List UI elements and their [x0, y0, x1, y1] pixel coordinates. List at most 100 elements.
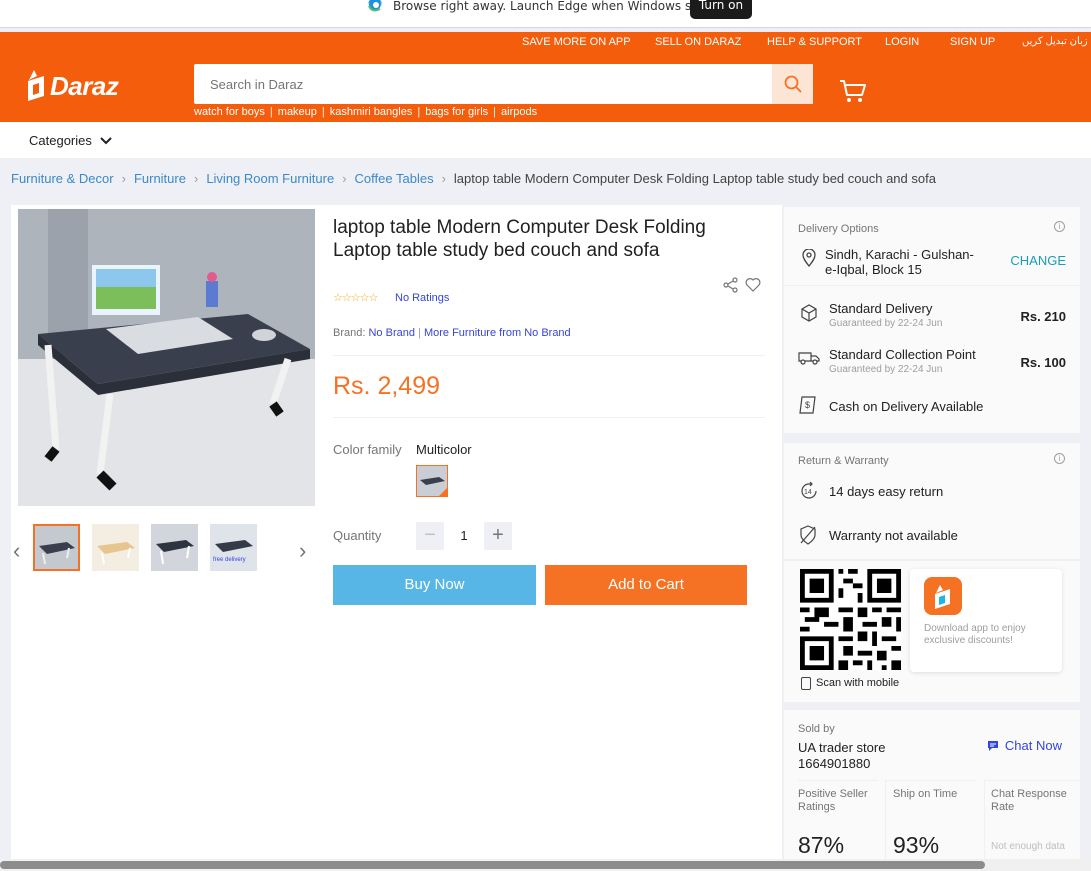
warranty-shield-icon	[800, 525, 816, 545]
qr-code[interactable]	[800, 569, 901, 670]
chevron-down-icon	[100, 136, 112, 144]
breadcrumb-link[interactable]: Furniture & Decor	[11, 171, 114, 186]
edge-message: Browse right away. Launch Edge when Wind…	[393, 0, 723, 13]
thumbnail[interactable]	[151, 524, 198, 571]
buy-now-button[interactable]: Buy Now	[333, 565, 536, 605]
product-main-image[interactable]	[18, 209, 315, 506]
color-swatch[interactable]	[416, 465, 448, 497]
delivery-panel: Delivery Options i Sindh, Karachi - Guls…	[784, 207, 1080, 559]
cart-icon[interactable]	[839, 78, 867, 104]
quantity-label: Quantity	[333, 528, 382, 543]
search-button[interactable]	[772, 64, 813, 104]
more-from-brand-link[interactable]: More Furniture from No Brand	[424, 327, 571, 339]
suggestion-link[interactable]: kashmiri bangles	[330, 106, 413, 118]
return-policy: 14 days easy return	[829, 484, 944, 499]
sell-on-daraz-link[interactable]: SELL ON DARAZ	[655, 36, 741, 48]
delivery-options-label: Delivery Options	[798, 223, 879, 235]
site-header: SAVE MORE ON APP SELL ON DARAZ HELP & SU…	[0, 32, 1091, 122]
chevron-right-icon: ›	[441, 171, 446, 186]
suggestion-link[interactable]: bags for girls	[425, 106, 488, 118]
metric-label: Chat Response Rate	[991, 788, 1067, 813]
quantity-value[interactable]: 1	[444, 528, 484, 543]
brand-link[interactable]: No Brand	[368, 327, 414, 339]
save-more-on-app-link[interactable]: SAVE MORE ON APP	[522, 36, 631, 48]
info-icon[interactable]: i	[1054, 221, 1065, 232]
brand-row: Brand: No Brand | More Furniture from No…	[333, 327, 571, 339]
return-warranty-label: Return & Warranty	[798, 455, 889, 467]
suggestion-link[interactable]: watch for boys	[194, 106, 265, 118]
search-input[interactable]	[194, 64, 772, 104]
seller-name[interactable]: UA trader store 1664901880	[798, 740, 938, 772]
delivery-option-name: Standard Delivery	[829, 301, 933, 316]
seller-metric: Ship on Time 93%	[885, 780, 977, 870]
breadcrumb-link[interactable]: Living Room Furniture	[206, 171, 334, 186]
delivery-location: Sindh, Karachi - Gulshan-e-Iqbal, Block …	[825, 247, 974, 277]
top-links: SAVE MORE ON APP SELL ON DARAZ HELP & SU…	[0, 36, 1091, 52]
thumbnail-overlay-text: free delivery	[213, 557, 246, 563]
add-to-cart-button[interactable]: Add to Cart	[545, 565, 747, 605]
edge-notification-bar: Browse right away. Launch Edge when Wind…	[0, 0, 1091, 28]
color-family-label: Color family	[333, 442, 402, 457]
suggestion-link[interactable]: airpods	[501, 106, 537, 118]
seller-metric: Chat Response Rate Not enough data	[984, 780, 1080, 870]
product-price: Rs. 2,499	[333, 372, 441, 400]
delivery-option-price: Rs. 100	[1020, 355, 1066, 370]
quantity-increase-button[interactable]: +	[484, 522, 512, 550]
turn-on-button[interactable]: Turn on	[690, 0, 752, 19]
logo-text: Daraz	[50, 70, 119, 101]
categories-dropdown[interactable]: Categories	[29, 133, 112, 148]
info-icon[interactable]: i	[1054, 453, 1065, 464]
chevron-right-icon[interactable]: ›	[299, 538, 306, 564]
ratings-link[interactable]: No Ratings	[395, 292, 449, 304]
share-icon[interactable]	[723, 277, 739, 293]
color-family-value: Multicolor	[416, 442, 472, 457]
chevron-left-icon[interactable]: ‹	[13, 538, 20, 564]
cash-icon: $	[799, 396, 816, 414]
heart-icon[interactable]	[745, 277, 761, 292]
daraz-logo[interactable]: Daraz	[26, 70, 119, 102]
thumbnail[interactable]	[33, 524, 80, 571]
signup-link[interactable]: SIGN UP	[950, 36, 995, 48]
change-language-link[interactable]: زبان تبدیل کریں	[1022, 36, 1088, 47]
thumbnail[interactable]	[92, 524, 139, 571]
scan-with-mobile-text: Scan with mobile	[816, 677, 900, 689]
delivery-option-price: Rs. 210	[1020, 309, 1066, 324]
chevron-right-icon: ›	[193, 171, 199, 186]
warranty-info: Warranty not available	[829, 528, 958, 543]
breadcrumb-link[interactable]: Coffee Tables	[355, 171, 434, 186]
change-location-link[interactable]: CHANGE	[1010, 253, 1066, 268]
seller-panel: Sold by UA trader store 1664901880 Chat …	[784, 710, 1080, 870]
breadcrumb-current: laptop table Modern Computer Desk Foldin…	[453, 171, 936, 186]
truck-icon	[798, 352, 820, 365]
delivery-option-eta: Guaranteed by 22-24 Jun	[829, 318, 943, 329]
metric-value: 87%	[798, 832, 845, 858]
metric-value: Not enough data	[991, 841, 1065, 852]
help-support-link[interactable]: HELP & SUPPORT	[767, 36, 862, 48]
chat-now-button[interactable]: Chat Now	[987, 738, 1062, 753]
svg-text:$: $	[805, 400, 810, 410]
edge-logo-icon	[367, 0, 382, 12]
location-pin-icon	[802, 249, 816, 267]
app-promo-panel: Scan with mobile Download app to enjoy e…	[784, 561, 1080, 702]
thumbnail-row: ‹ free delivery ›	[11, 515, 315, 575]
search-suggestions: watch for boys | makeup | kashmiri bangles | b…	[194, 106, 538, 118]
breadcrumb-link[interactable]: Furniture	[134, 171, 186, 186]
phone-icon	[801, 677, 811, 690]
suggestion-link[interactable]: makeup	[278, 106, 317, 118]
thumbnail[interactable]: free delivery	[210, 524, 257, 571]
quantity-decrease-button[interactable]: −	[416, 522, 444, 550]
chevron-right-icon: ›	[342, 171, 347, 186]
delivery-option-name: Standard Collection Point	[829, 347, 976, 362]
login-link[interactable]: LOGIN	[885, 36, 919, 48]
horizontal-scrollbar[interactable]	[0, 859, 1091, 871]
download-app-card[interactable]: Download app to enjoy exclusive discount…	[910, 569, 1062, 672]
chat-icon	[987, 740, 998, 751]
laptop-table-image	[18, 209, 315, 506]
scrollbar-thumb[interactable]	[0, 861, 985, 869]
cod-text: Cash on Delivery Available	[829, 399, 984, 414]
return-icon: 14	[801, 481, 817, 499]
metric-label: Positive Seller Ratings	[798, 788, 868, 813]
divider	[333, 417, 765, 418]
chevron-right-icon: ›	[121, 171, 126, 186]
metric-label: Ship on Time	[893, 788, 958, 800]
